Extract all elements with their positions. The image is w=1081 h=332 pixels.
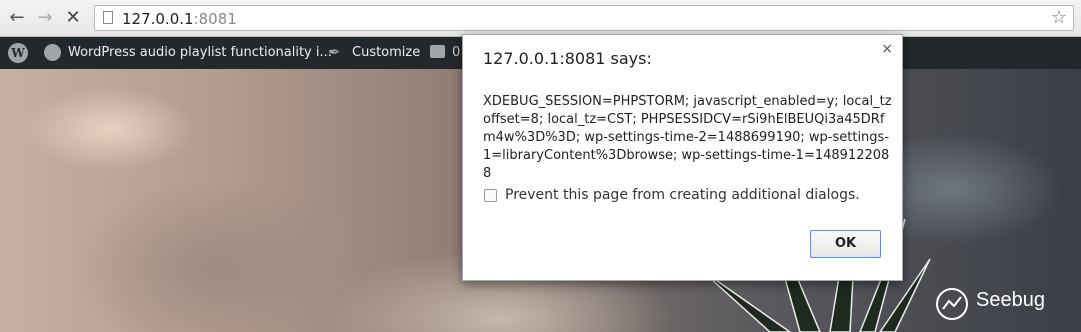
bookmark-star-icon[interactable]: ☆ xyxy=(1051,7,1067,28)
url-text: 127.0.0.1:8081 xyxy=(122,10,237,28)
wordpress-logo-icon[interactable]: W xyxy=(8,43,28,63)
browser-toolbar: ← → ✕ 127.0.0.1:8081 ☆ xyxy=(0,0,1081,37)
dashboard-icon[interactable] xyxy=(44,44,61,61)
dialog-title: 127.0.0.1:8081 says: xyxy=(483,49,652,68)
address-bar[interactable]: 127.0.0.1:8081 ☆ xyxy=(94,5,1074,31)
alert-dialog: 127.0.0.1:8081 says: × XDEBUG_SESSION=PH… xyxy=(462,34,903,281)
stop-icon[interactable]: ✕ xyxy=(62,7,84,29)
forward-arrow-icon[interactable]: → xyxy=(34,7,56,29)
close-icon[interactable]: × xyxy=(881,41,893,57)
prevent-dialogs-label[interactable]: Prevent this page from creating addition… xyxy=(505,187,860,203)
back-arrow-icon[interactable]: ← xyxy=(6,7,28,29)
brush-icon[interactable]: ✒ xyxy=(328,44,344,60)
ok-button[interactable]: OK xyxy=(810,230,881,258)
customize-link[interactable]: Customize xyxy=(352,45,420,60)
seebug-logo-icon xyxy=(936,288,968,320)
page-icon xyxy=(103,11,113,24)
comment-count[interactable]: 0 xyxy=(452,45,460,60)
prevent-dialogs-checkbox[interactable] xyxy=(484,189,497,202)
comment-icon[interactable] xyxy=(430,45,445,58)
watermark-text: Seebug xyxy=(976,289,1045,311)
site-name-link[interactable]: WordPress audio playlist functionality i… xyxy=(68,45,332,60)
dialog-message: XDEBUG_SESSION=PHPSTORM; javascript_enab… xyxy=(483,94,892,181)
